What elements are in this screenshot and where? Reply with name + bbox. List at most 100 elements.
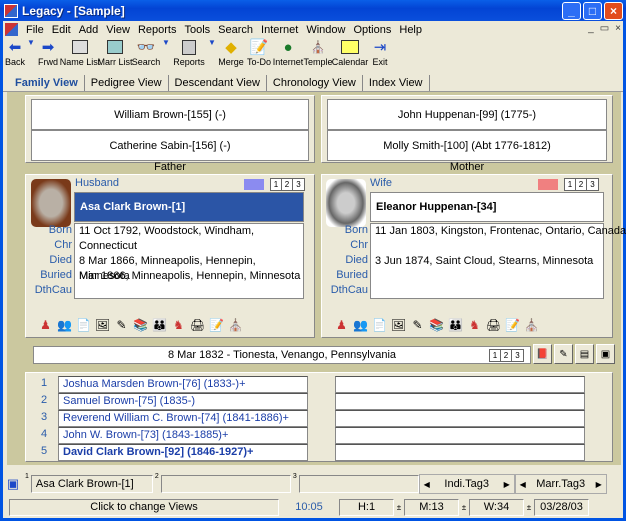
marr-tag-next-button[interactable]: ▶ — [592, 480, 606, 489]
name-list-button[interactable]: Name List — [60, 38, 100, 67]
tab-family-view[interactable]: Family View — [9, 75, 85, 91]
maternal-grandmother[interactable]: Molly Smith-[100] (Abt 1776-1812) — [327, 130, 607, 161]
marr-tag-label[interactable]: Marr.Tag3 — [530, 478, 592, 490]
sources-icon[interactable]: 📚 — [133, 317, 148, 332]
husband-events[interactable]: 11 Oct 1792, Woodstock, Windham, Connect… — [74, 223, 304, 299]
tab-descendant-view[interactable]: Descendant View — [169, 75, 267, 91]
husband-name[interactable]: Asa Clark Brown-[1] — [74, 192, 304, 222]
menu-search[interactable]: Search — [214, 24, 257, 36]
menu-internet[interactable]: Internet — [257, 24, 302, 36]
bookmark-slot-2[interactable] — [160, 475, 291, 493]
temple-small-icon[interactable]: ⛪ — [524, 317, 539, 332]
family-icon[interactable]: 👪 — [152, 317, 167, 332]
exit-button[interactable]: ⇥ Exit — [367, 38, 393, 67]
child-spouse-row[interactable] — [335, 444, 585, 461]
marriage-page-selector[interactable]: 1 2 3 — [489, 349, 524, 362]
edit-icon[interactable]: ✎ — [114, 317, 129, 332]
notes-icon[interactable]: 📄 — [76, 317, 91, 332]
marriage-sources-button[interactable]: 📕 — [533, 344, 552, 364]
indi-tag-label[interactable]: Indi.Tag3 — [434, 478, 500, 490]
bookmark-icon[interactable]: ▣ — [3, 476, 23, 492]
minimize-button[interactable]: _ — [562, 2, 581, 20]
family-icon[interactable]: 👪 — [448, 317, 463, 332]
add-spouse-icon[interactable]: ♟ — [334, 317, 349, 332]
print-icon[interactable]: 🖨 — [190, 317, 205, 332]
temple-button[interactable]: ⛪ Temple — [303, 38, 333, 67]
wife-page-selector[interactable]: 1 2 3 — [564, 178, 599, 191]
sources-icon[interactable]: 📚 — [429, 317, 444, 332]
wife-photo[interactable] — [326, 179, 366, 227]
maternal-grandfather[interactable]: John Huppenan-[99] (1775-) — [327, 99, 607, 130]
menu-view[interactable]: View — [102, 24, 134, 36]
menu-options[interactable]: Options — [349, 24, 395, 36]
mdi-minimize-button[interactable]: _ — [588, 23, 594, 34]
marriage-pictures-button[interactable]: ▣ — [596, 344, 615, 364]
add-spouse-icon[interactable]: ♟ — [38, 317, 53, 332]
bookmark-slot-1[interactable]: Asa Clark Brown-[1] — [30, 475, 153, 493]
child-spouse-row[interactable] — [335, 427, 585, 444]
wife-color-swatch[interactable] — [538, 179, 558, 190]
menu-window[interactable]: Window — [302, 24, 349, 36]
wife-role-label[interactable]: Wife — [370, 177, 392, 189]
marriage-edit-button[interactable]: ✎ — [554, 344, 573, 364]
husband-page-selector[interactable]: 1 2 3 — [270, 178, 305, 191]
search-dropdown[interactable]: ▼ — [161, 38, 171, 56]
mdi-restore-button[interactable]: ▭ — [600, 23, 609, 34]
paternal-grandfather[interactable]: William Brown-[155] (-) — [31, 99, 309, 130]
close-button[interactable]: × — [604, 2, 623, 20]
child-row[interactable]: John W. Brown-[73] (1843-1885)+ — [58, 427, 308, 444]
tab-pedigree-view[interactable]: Pedigree View — [85, 75, 169, 91]
reports-dropdown[interactable]: ▼ — [207, 38, 217, 56]
husband-role-label[interactable]: Husband — [75, 177, 119, 189]
document-icon[interactable] — [5, 23, 18, 36]
back-dropdown[interactable]: ▼ — [27, 38, 35, 56]
child-spouse-row[interactable] — [335, 410, 585, 427]
paternal-grandmother[interactable]: Catherine Sabin-[156] (-) — [31, 130, 309, 161]
title-bar[interactable]: Legacy - [Sample] _ □ × — [0, 0, 626, 21]
husband-color-swatch[interactable] — [244, 179, 264, 190]
pictures-icon[interactable]: 🖼 — [95, 317, 110, 332]
child-row[interactable]: Samuel Brown-[75] (1835-) — [58, 393, 308, 410]
indi-tag-next-button[interactable]: ▶ — [500, 480, 514, 489]
parents-icon[interactable]: 👥 — [353, 317, 368, 332]
todo-small-icon[interactable]: 📝 — [209, 317, 224, 332]
child-row[interactable]: David Clark Brown-[92] (1846-1927)+ — [58, 444, 308, 461]
indi-tag-prev-button[interactable]: ◀ — [420, 480, 434, 489]
maximize-button[interactable]: □ — [583, 2, 602, 20]
mdi-close-button[interactable]: × — [615, 23, 621, 34]
wife-events[interactable]: 11 Jan 1803, Kingston, Frontenac, Ontari… — [370, 223, 626, 299]
back-button[interactable]: ⬅ Back — [3, 38, 27, 67]
pictures-icon[interactable]: 🖼 — [391, 317, 406, 332]
wife-name[interactable]: Eleanor Huppenan-[34] — [370, 192, 604, 222]
forward-button[interactable]: ➡ Frwd — [35, 38, 61, 67]
menu-add[interactable]: Add — [75, 24, 103, 36]
menu-help[interactable]: Help — [395, 24, 426, 36]
marr-list-button[interactable]: Marr List — [98, 38, 133, 67]
husband-photo[interactable] — [31, 179, 71, 227]
marriage-info[interactable]: 8 Mar 1832 - Tionesta, Venango, Pennsylv… — [33, 346, 531, 364]
menu-file[interactable]: File — [22, 24, 48, 36]
child-spouse-row[interactable] — [335, 393, 585, 410]
bookmark-slot-3[interactable] — [298, 475, 419, 493]
status-hint[interactable]: Click to change Views — [9, 498, 279, 516]
child-row[interactable]: Reverend William C. Brown-[74] (1841-188… — [58, 410, 308, 427]
internet-button[interactable]: ● Internet — [273, 38, 304, 68]
notes-icon[interactable]: 📄 — [372, 317, 387, 332]
todo-small-icon[interactable]: 📝 — [505, 317, 520, 332]
menu-edit[interactable]: Edit — [48, 24, 75, 36]
menu-tools[interactable]: Tools — [180, 24, 214, 36]
search-button[interactable]: 👓 Search — [131, 38, 161, 67]
tab-chronology-view[interactable]: Chronology View — [267, 75, 363, 91]
temple-small-icon[interactable]: ⛪ — [228, 317, 243, 332]
marriage-notes-button[interactable]: ▤ — [575, 344, 594, 364]
print-icon[interactable]: 🖨 — [486, 317, 501, 332]
menu-reports[interactable]: Reports — [134, 24, 181, 36]
child-row[interactable]: Joshua Marsden Brown-[76] (1833-)+ — [58, 376, 308, 393]
calendar-button[interactable]: Calendar — [332, 38, 368, 67]
reports-button[interactable]: Reports — [171, 38, 207, 67]
add-child-icon[interactable]: ♞ — [171, 317, 186, 332]
child-spouse-row[interactable] — [335, 376, 585, 393]
tab-index-view[interactable]: Index View — [363, 75, 430, 91]
todo-button[interactable]: 📝 To-Do — [245, 38, 273, 67]
merge-button[interactable]: ◆ Merge — [217, 38, 245, 67]
